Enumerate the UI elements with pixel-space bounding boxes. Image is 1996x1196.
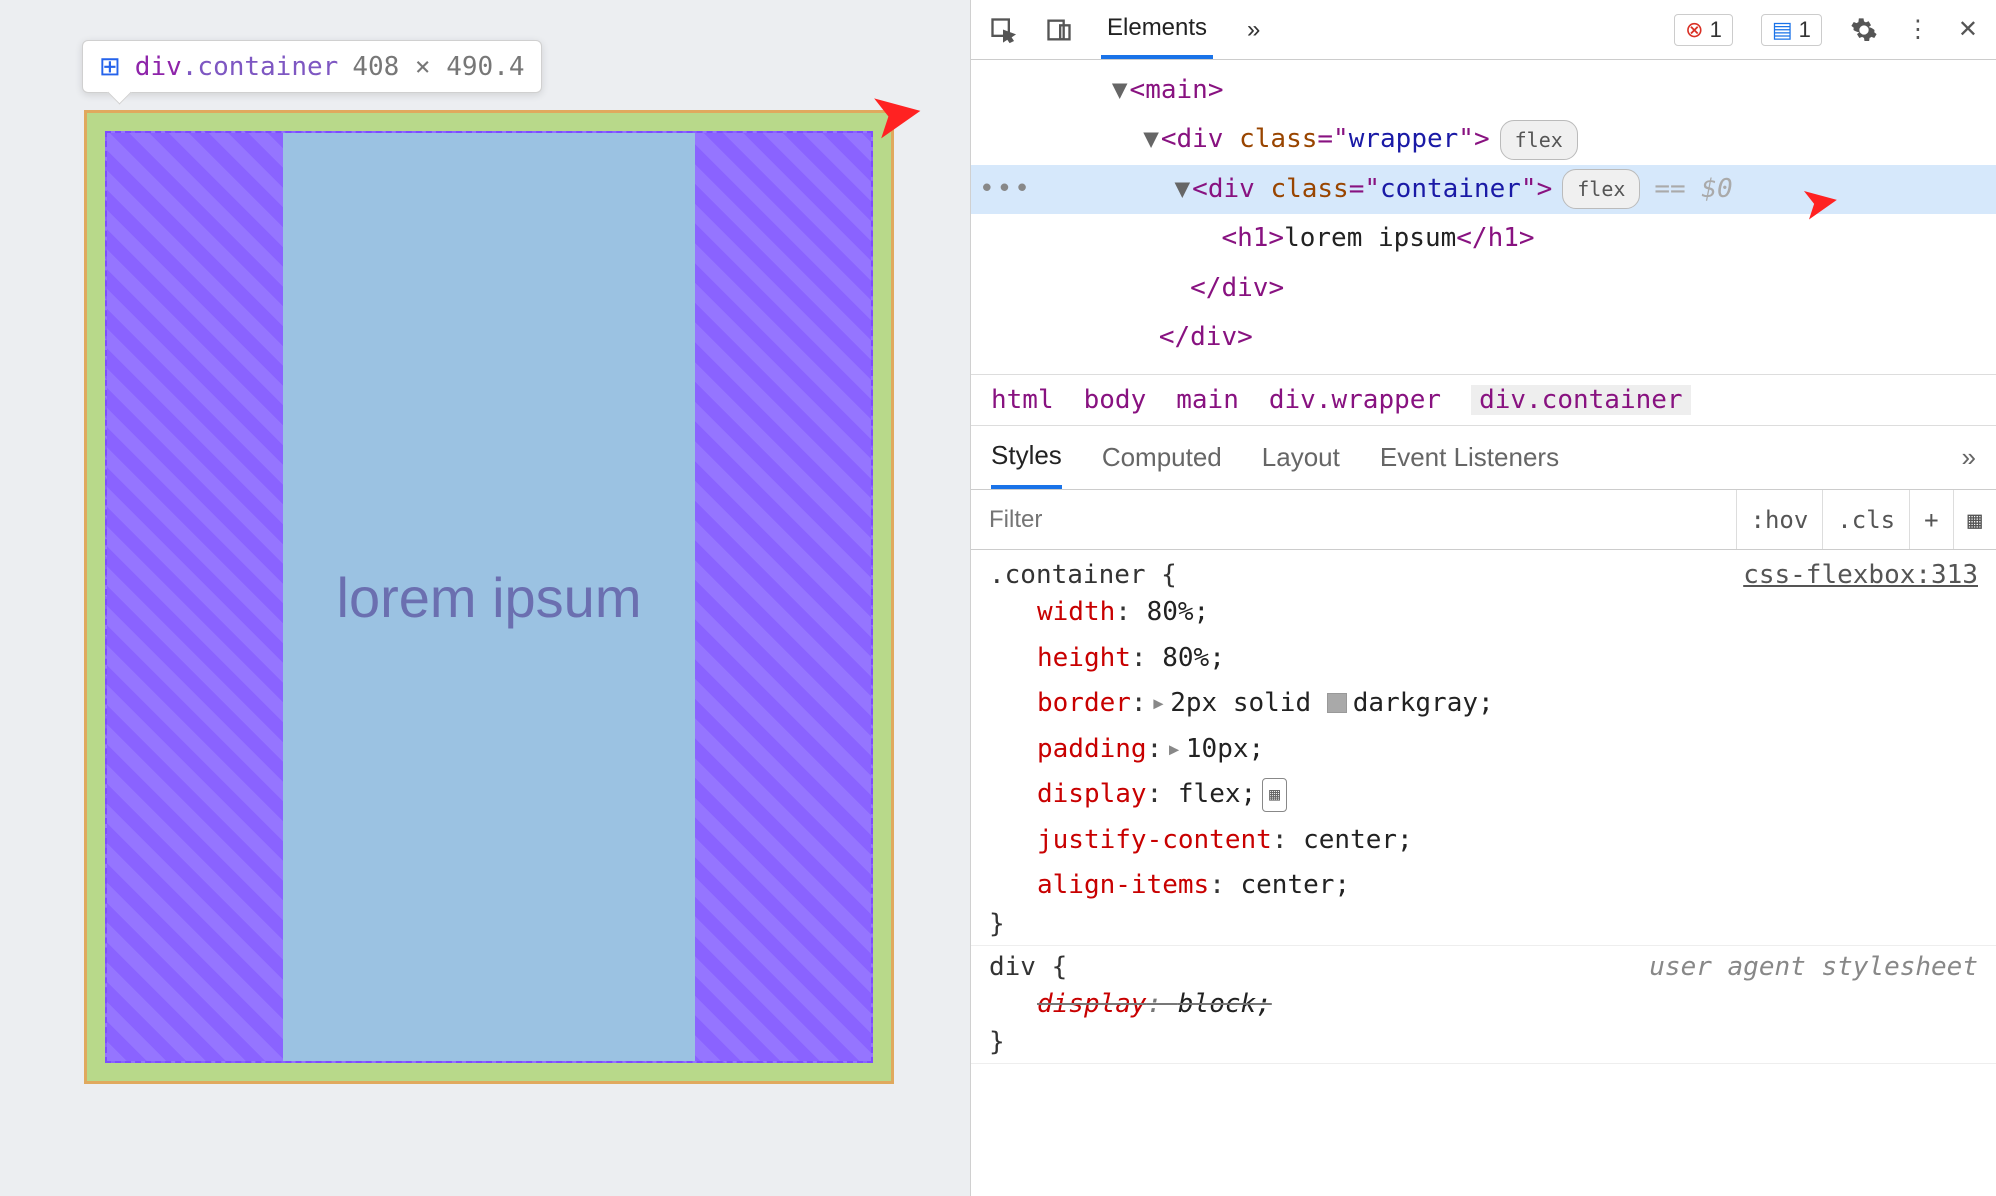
- crumb[interactable]: html: [991, 385, 1054, 415]
- device-toggle-icon[interactable]: [1045, 16, 1073, 44]
- css-rule-container[interactable]: .container { css-flexbox:313 width: 80%;…: [971, 554, 1996, 946]
- close-icon[interactable]: ✕: [1958, 15, 1978, 44]
- dom-node-close[interactable]: </div>: [971, 264, 1996, 313]
- dom-node-close[interactable]: </div>: [971, 313, 1996, 362]
- subtab-event-listeners[interactable]: Event Listeners: [1380, 442, 1559, 473]
- rule-source-link[interactable]: css-flexbox:313: [1743, 560, 1978, 590]
- styles-sidebar-icon[interactable]: ▦: [1953, 490, 1996, 549]
- error-badge[interactable]: ⊗1: [1674, 14, 1733, 46]
- styles-filter-row: :hov .cls + ▦: [971, 490, 1996, 550]
- dom-node-container[interactable]: ••• ▼<div class="container">flex== $0➤: [971, 165, 1996, 214]
- page-preview: ⊞ div.container 408 × 490.4 lorem ipsum …: [0, 0, 970, 1196]
- new-rule-button[interactable]: +: [1909, 490, 1952, 549]
- flex-free-space: lorem ipsum: [105, 131, 873, 1063]
- inspect-icon[interactable]: [989, 16, 1017, 44]
- css-rule-div-ua[interactable]: div { user agent stylesheet display: blo…: [971, 946, 1996, 1065]
- tooltip-selector: div.container: [135, 52, 339, 82]
- crumb[interactable]: div.wrapper: [1269, 385, 1441, 415]
- crumb[interactable]: body: [1084, 385, 1147, 415]
- annotation-arrow-icon: ➤: [864, 72, 930, 155]
- settings-icon[interactable]: [1850, 16, 1878, 44]
- tabs-overflow[interactable]: »: [1241, 0, 1266, 59]
- subtab-layout[interactable]: Layout: [1262, 442, 1340, 473]
- crumb[interactable]: main: [1176, 385, 1239, 415]
- subtab-overflow[interactable]: »: [1962, 442, 1976, 473]
- crumb[interactable]: div.container: [1471, 385, 1691, 415]
- highlighted-element: lorem ipsum: [84, 110, 894, 1084]
- styles-subtabs: Styles Computed Layout Event Listeners »: [971, 426, 1996, 490]
- color-swatch[interactable]: [1327, 693, 1347, 713]
- rule-selector[interactable]: .container {: [989, 560, 1177, 590]
- rule-selector: div {: [989, 952, 1067, 982]
- preview-heading: lorem ipsum: [337, 565, 642, 630]
- flex-item: lorem ipsum: [283, 133, 696, 1061]
- info-badge[interactable]: ▤1: [1761, 14, 1822, 46]
- elements-tree[interactable]: ▼<main> ▼<div class="wrapper">flex ••• ▼…: [971, 60, 1996, 374]
- devtools-panel: Elements » ⊗1 ▤1 ⋮ ✕ ▼<main> ▼<div class…: [970, 0, 1996, 1196]
- breadcrumb[interactable]: html body main div.wrapper div.container: [971, 374, 1996, 426]
- flex-icon: ⊞: [99, 51, 121, 82]
- devtools-toolbar: Elements » ⊗1 ▤1 ⋮ ✕: [971, 0, 1996, 60]
- element-tooltip: ⊞ div.container 408 × 490.4: [82, 40, 542, 93]
- cls-toggle[interactable]: .cls: [1822, 490, 1909, 549]
- styles-pane: .container { css-flexbox:313 width: 80%;…: [971, 550, 1996, 1196]
- hov-toggle[interactable]: :hov: [1736, 490, 1823, 549]
- dom-node-wrapper[interactable]: ▼<div class="wrapper">flex: [971, 115, 1996, 164]
- subtab-styles[interactable]: Styles: [991, 426, 1062, 489]
- styles-filter-input[interactable]: [971, 490, 1736, 549]
- flex-editor-icon[interactable]: ▦: [1262, 778, 1287, 812]
- rule-source: user agent stylesheet: [1649, 952, 1978, 982]
- dom-node-main[interactable]: ▼<main>: [971, 66, 1996, 115]
- tooltip-dimensions: 408 × 490.4: [352, 52, 524, 82]
- tab-elements[interactable]: Elements: [1101, 0, 1213, 59]
- subtab-computed[interactable]: Computed: [1102, 442, 1222, 473]
- kebab-icon[interactable]: ⋮: [1906, 15, 1930, 44]
